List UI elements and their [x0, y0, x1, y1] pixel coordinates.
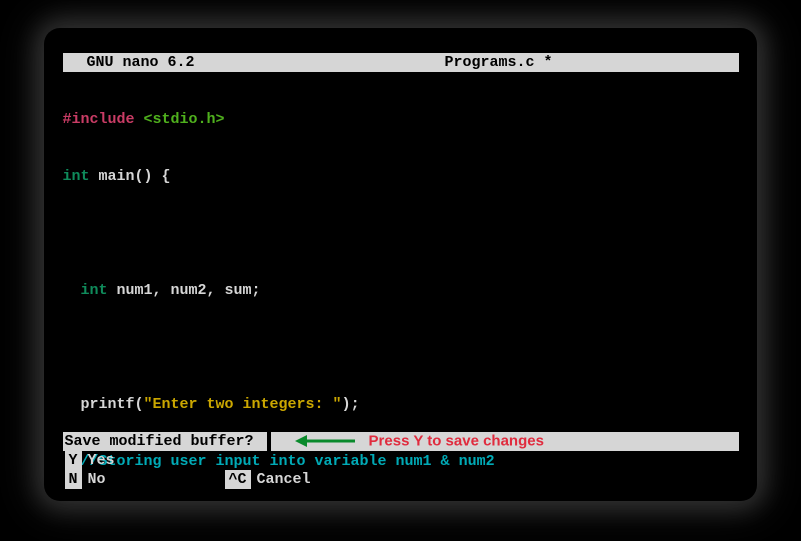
shortcut-cancel[interactable]: ^CCancel: [223, 470, 423, 489]
arrow-icon: [295, 434, 355, 448]
code-line: #include <stdio.h>: [63, 110, 739, 129]
app-name: GNU nano 6.2: [69, 54, 195, 71]
code-line: [63, 338, 739, 357]
save-prompt: Save modified buffer? Press Y to save ch…: [63, 432, 739, 451]
cursor: [271, 432, 281, 451]
shortcut-no[interactable]: NNo: [63, 470, 223, 489]
prompt-annotation-bar: Press Y to save changes: [281, 432, 739, 451]
shortcut-bar: YYes NNo ^CCancel: [63, 451, 739, 489]
key-n: N: [65, 470, 82, 489]
titlebar: GNU nano 6.2 Programs.c *: [63, 53, 739, 72]
prompt-area: Save modified buffer? Press Y to save ch…: [63, 432, 739, 489]
nano-editor-window: GNU nano 6.2 Programs.c * #include <stdi…: [51, 41, 751, 501]
key-ctrl-c: ^C: [225, 470, 251, 489]
key-y: Y: [65, 451, 82, 470]
code-line: int num1, num2, sum;: [63, 281, 739, 300]
shortcut-yes[interactable]: YYes: [63, 451, 223, 470]
code-line: [63, 224, 739, 243]
annotation-text: Press Y to save changes: [369, 432, 544, 451]
filename: Programs.c *: [444, 54, 552, 71]
prompt-question: Save modified buffer?: [63, 432, 267, 451]
code-line: int main() {: [63, 167, 739, 186]
code-line: printf("Enter two integers: ");: [63, 395, 739, 414]
